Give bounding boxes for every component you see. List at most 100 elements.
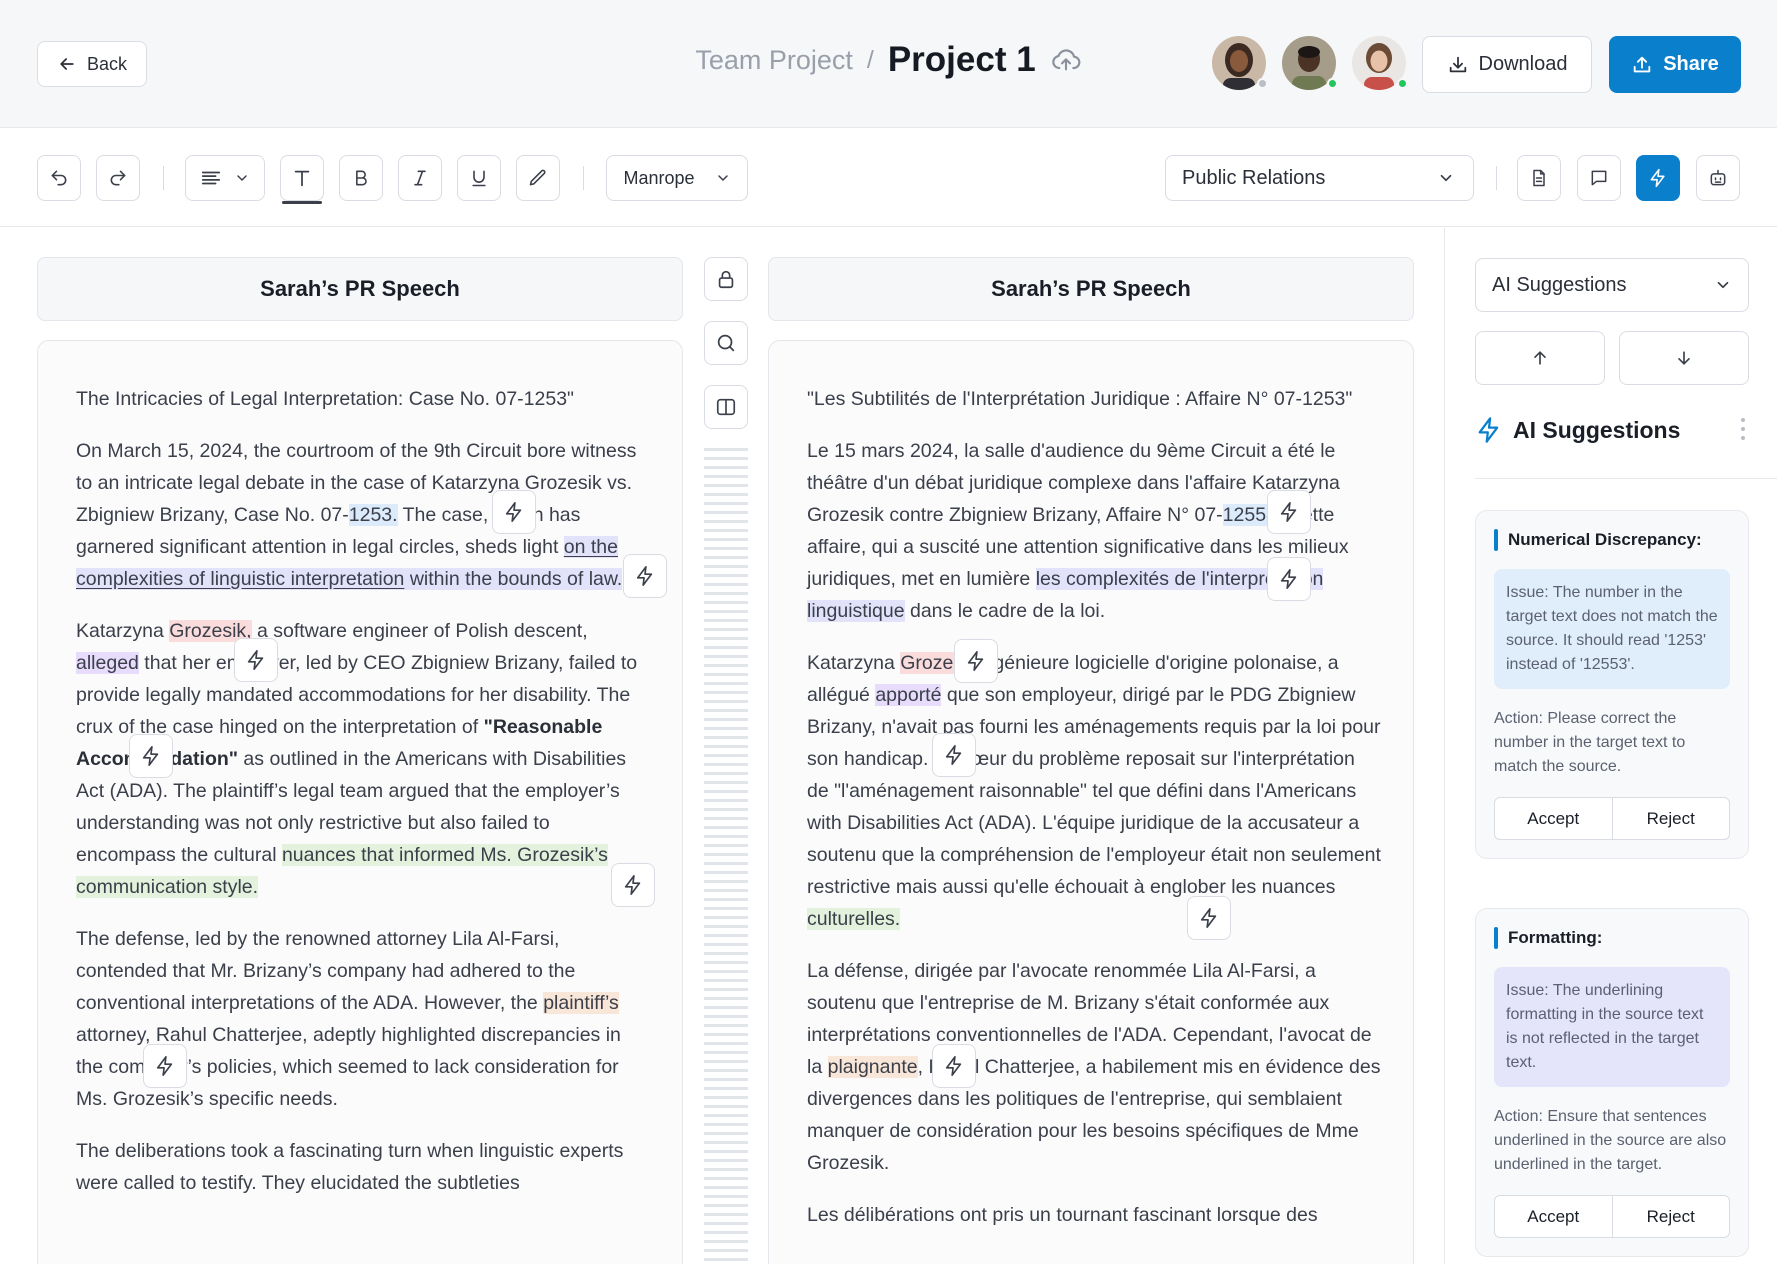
suggestion-card-title: Numerical Discrepancy: [1494,529,1730,551]
project-title: Project 1 [887,40,1036,79]
split-view-button[interactable] [704,385,748,429]
lock-scroll-button[interactable] [704,257,748,301]
chevron-down-icon [1714,276,1732,294]
text-align-dropdown[interactable] [185,155,265,201]
suggestion-marker[interactable] [623,554,667,598]
lightning-icon [634,565,656,587]
divider [1475,478,1777,479]
download-icon [1447,54,1469,76]
breadcrumb-separator: / [866,45,874,74]
suggestion-actions: Accept Reject [1494,1195,1730,1238]
share-upload-icon [1631,54,1653,76]
lock-icon [715,268,737,290]
target-paragraph: Katarzyna Grozeik, ingénieure logicielle… [807,652,1381,930]
highlight-word[interactable]: apporté [875,684,942,706]
suggestion-marker[interactable] [234,638,278,682]
suggestions-heading-label: AI Suggestions [1513,416,1681,443]
search-button[interactable] [704,321,748,365]
lightning-icon [1198,907,1220,929]
lightning-icon [1648,168,1668,188]
lightning-icon [1278,568,1300,590]
highlight-word[interactable]: culturelles. [807,908,901,930]
lightning-icon [622,874,644,896]
lightning-icon [140,745,162,767]
undo-button[interactable] [37,155,81,201]
suggestion-marker[interactable] [1267,557,1311,601]
toolbar-divider [163,166,164,190]
avatar[interactable] [1282,36,1338,90]
highlight-pen-button[interactable] [516,155,560,201]
arrow-up-icon [1530,348,1550,368]
text-style-button[interactable] [280,155,324,201]
font-family-dropdown[interactable]: Manrope [606,155,748,201]
sync-scrollbar[interactable] [704,448,748,1264]
target-text-panel[interactable]: "Les Subtilités de l'Interprétation Juri… [768,340,1414,1264]
bold-button[interactable] [339,155,383,201]
robot-assistant-button[interactable] [1696,155,1740,201]
cloud-upload-icon[interactable] [1050,44,1082,76]
lightning-icon [503,501,525,523]
suggestion-card: Numerical Discrepancy: Issue: The number… [1475,510,1749,859]
suggestion-marker[interactable] [143,1044,187,1088]
editor-toolbar: Manrope Public Relations [0,128,1777,227]
avatar[interactable] [1352,36,1408,90]
highlight-number[interactable]: 1253. [348,504,398,526]
suggestion-marker[interactable] [932,733,976,777]
highlight-word[interactable]: plaignante [827,1056,918,1078]
suggestion-marker[interactable] [954,639,998,683]
source-panel-title: Sarah’s PR Speech [37,257,683,321]
target-panel-title: Sarah’s PR Speech [768,257,1414,321]
suggestion-marker[interactable] [129,734,173,778]
chevron-down-icon [715,170,731,186]
redo-icon [108,168,128,188]
reject-button[interactable]: Reject [1611,1196,1730,1237]
suggestion-marker[interactable] [611,863,655,907]
presence-dot [1397,78,1408,89]
reject-button[interactable]: Reject [1611,798,1730,839]
previous-suggestion-button[interactable] [1475,331,1605,385]
columns-icon [715,396,737,418]
accept-button[interactable]: Accept [1495,1196,1612,1237]
align-left-icon [200,167,222,189]
highlight-word[interactable]: alleged [76,652,139,674]
category-dropdown[interactable]: Public Relations [1165,155,1474,201]
accept-button[interactable]: Accept [1495,798,1612,839]
avatar[interactable] [1212,36,1268,90]
category-value: Public Relations [1182,166,1326,189]
highlight-word[interactable]: plaintiff’s [543,992,619,1014]
suggestions-filter-dropdown[interactable]: AI Suggestions [1475,258,1749,312]
suggestion-marker[interactable] [1187,896,1231,940]
suggestion-issue: Issue: The number in the target text doe… [1494,569,1730,689]
more-options-icon[interactable] [1741,418,1745,440]
suggestion-action: Action: Ensure that sentences underlined… [1494,1108,1727,1173]
suggestion-marker[interactable] [1267,490,1311,534]
document-view-button[interactable] [1517,155,1561,201]
underline-button[interactable] [457,155,501,201]
chevron-down-icon [234,170,250,186]
download-label: Download [1478,53,1568,75]
next-suggestion-button[interactable] [1619,331,1749,385]
source-text-panel[interactable]: The Intricacies of Legal Interpretation:… [37,340,683,1264]
source-paragraph: On March 15, 2024, the courtroom of the … [76,440,637,590]
suggestion-action: Action: Please correct the number in the… [1494,710,1686,775]
pen-icon [528,168,548,188]
target-paragraph: Les délibérations ont pris un tournant f… [807,1204,1318,1226]
suggestion-marker[interactable] [492,490,536,534]
text-t-icon [291,167,313,189]
source-paragraph: The deliberations took a fascinating tur… [76,1140,624,1194]
share-button[interactable]: Share [1609,36,1741,93]
undo-icon [49,168,69,188]
bold-icon [351,168,371,188]
comments-button[interactable] [1577,155,1621,201]
redo-button[interactable] [96,155,140,201]
suggestion-marker[interactable] [932,1044,976,1088]
italic-icon [410,168,430,188]
lightning-icon [245,649,267,671]
source-heading: The Intricacies of Legal Interpretation:… [76,388,574,410]
suggestions-heading: AI Suggestions [1475,416,1680,444]
download-button[interactable]: Download [1422,36,1592,93]
suggestions-filter-value: AI Suggestions [1492,273,1627,296]
italic-button[interactable] [398,155,442,201]
breadcrumb-team-project[interactable]: Team Project [695,45,853,76]
ai-suggestions-toggle[interactable] [1636,155,1680,201]
